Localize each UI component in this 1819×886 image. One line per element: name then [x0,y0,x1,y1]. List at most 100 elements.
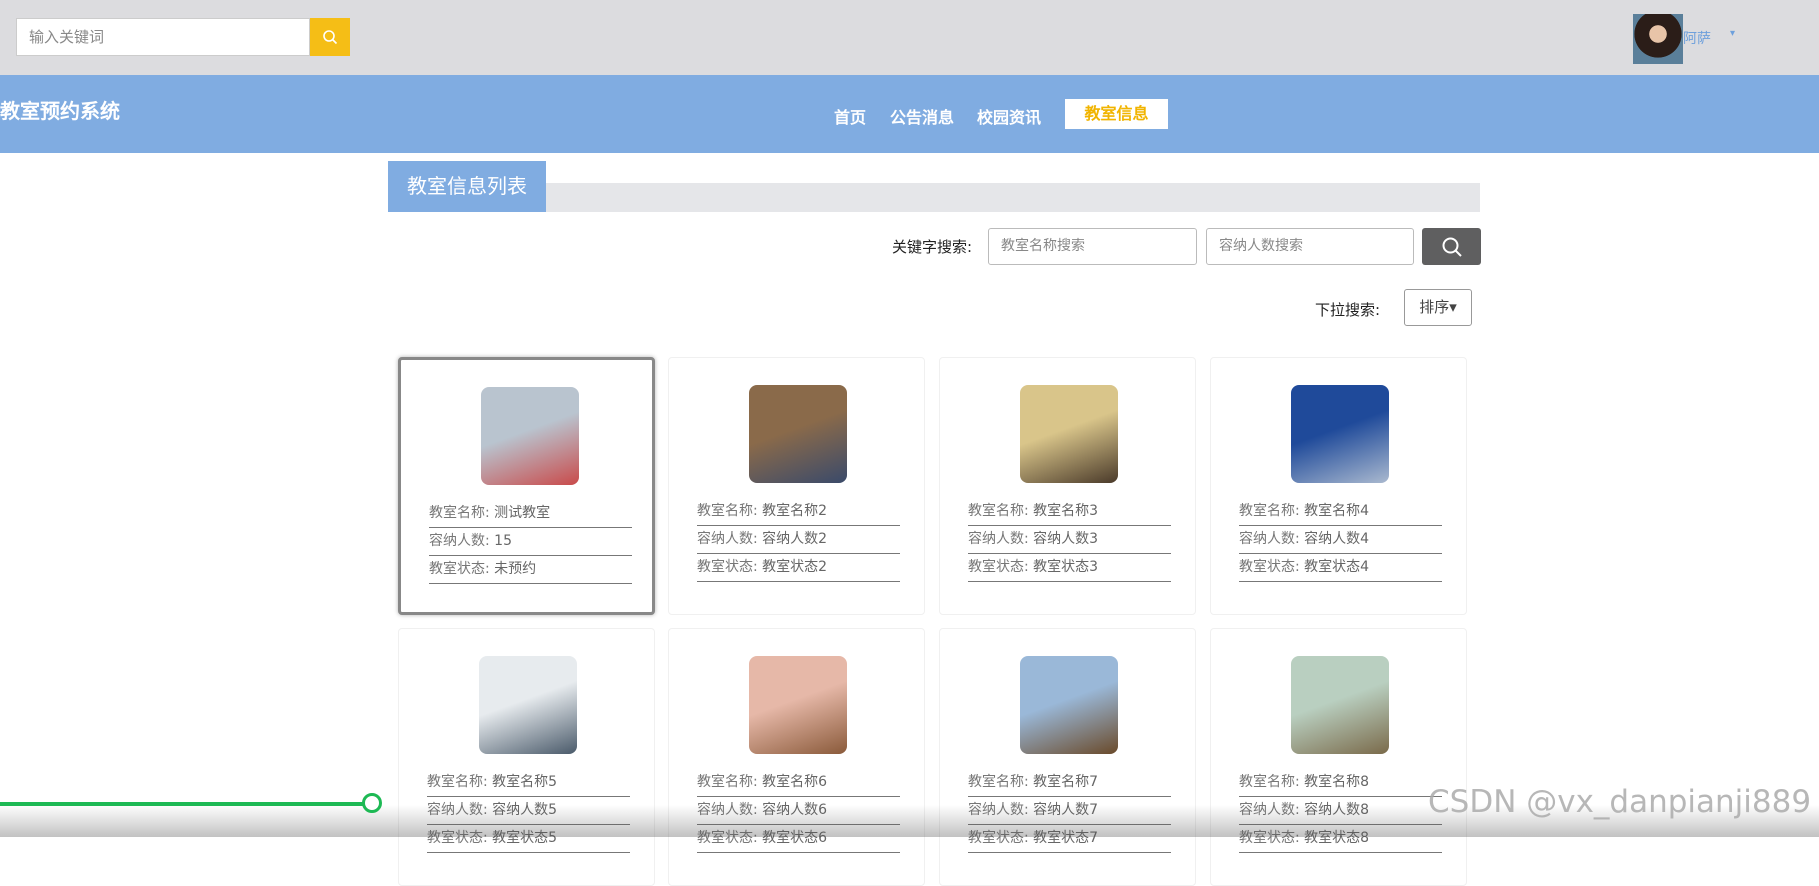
classroom-card[interactable]: 教室名称: 教室名称7 容纳人数: 容纳人数7 教室状态: 教室状态7 [939,628,1196,886]
field-value: 教室状态4 [1304,559,1370,575]
field-label: 容纳人数: [429,533,490,549]
list-title: 教室信息列表 [388,161,546,212]
field-label: 教室名称: [697,774,758,790]
classroom-capacity-field: 容纳人数: 容纳人数5 [427,797,630,825]
classroom-status-field: 教室状态: 教室状态3 [968,554,1171,582]
classroom-card[interactable]: 教室名称: 教室名称6 容纳人数: 容纳人数6 教室状态: 教室状态6 [668,628,925,886]
classroom-status-field: 教室状态: 教室状态8 [1239,825,1442,853]
field-value: 教室状态5 [492,830,558,846]
nav-item-notices[interactable]: 公告消息 [890,104,954,128]
title-rule [546,183,1480,212]
classroom-capacity-field: 容纳人数: 容纳人数4 [1239,526,1442,554]
classroom-name-field: 教室名称: 教室名称8 [1239,769,1442,797]
classroom-name-field: 教室名称: 教室名称6 [697,769,900,797]
classroom-capacity-field: 容纳人数: 容纳人数7 [968,797,1171,825]
classroom-card[interactable]: 教室名称: 教室名称2 容纳人数: 容纳人数2 教室状态: 教室状态2 [668,357,925,615]
field-label: 容纳人数: [968,531,1029,547]
classroom-status-field: 教室状态: 教室状态5 [427,825,630,853]
dropdown-search-label: 下拉搜索: [1315,301,1381,319]
field-label: 教室名称: [1239,774,1300,790]
keyword-search-label: 关键字搜索: [892,238,973,256]
classroom-image[interactable] [479,656,577,754]
field-label: 容纳人数: [697,802,758,818]
avatar[interactable] [1633,14,1683,64]
classroom-image[interactable] [1291,656,1389,754]
classroom-card[interactable]: 教室名称: 教室名称4 容纳人数: 容纳人数4 教室状态: 教室状态4 [1210,357,1467,615]
capacity-search-input[interactable]: 容纳人数搜索 [1206,228,1414,265]
field-label: 教室状态: [429,561,490,577]
global-search-button[interactable] [310,18,350,56]
field-label: 教室名称: [697,503,758,519]
field-label: 教室状态: [427,830,488,846]
classroom-status-field: 教室状态: 教室状态4 [1239,554,1442,582]
nav-item-news[interactable]: 校园资讯 [977,104,1041,128]
field-value: 教室名称7 [1033,774,1099,790]
field-value: 教室状态8 [1304,830,1370,846]
classroom-image[interactable] [481,387,579,485]
search-button[interactable] [1422,228,1481,265]
classroom-name-field: 教室名称: 教室名称4 [1239,498,1442,526]
field-value: 容纳人数6 [762,802,828,818]
classroom-capacity-field: 容纳人数: 容纳人数6 [697,797,900,825]
classroom-name-field: 教室名称: 教室名称2 [697,498,900,526]
nav-item-home[interactable]: 首页 [834,104,866,128]
classroom-card[interactable]: 教室名称: 测试教室 容纳人数: 15 教室状态: 未预约 [398,357,655,615]
chevron-down-icon[interactable]: ▾ [1730,28,1735,39]
classroom-card[interactable]: 教室名称: 教室名称5 容纳人数: 容纳人数5 教室状态: 教室状态5 [398,628,655,886]
field-value: 容纳人数5 [492,802,558,818]
classroom-capacity-field: 容纳人数: 容纳人数8 [1239,797,1442,825]
field-value: 容纳人数7 [1033,802,1099,818]
classroom-status-field: 教室状态: 教室状态2 [697,554,900,582]
sort-dropdown[interactable]: 排序▾ [1404,289,1472,326]
search-icon [1442,237,1462,257]
field-value: 容纳人数3 [1033,531,1099,547]
classroom-status-field: 教室状态: 未预约 [429,556,632,584]
classroom-card[interactable]: 教室名称: 教室名称3 容纳人数: 容纳人数3 教室状态: 教室状态3 [939,357,1196,615]
field-value: 教室状态2 [762,559,828,575]
field-value: 教室名称8 [1304,774,1370,790]
field-label: 教室名称: [1239,503,1300,519]
field-value: 教室名称3 [1033,503,1099,519]
field-value: 容纳人数4 [1304,531,1370,547]
field-label: 教室名称: [968,503,1029,519]
search-icon [323,30,338,45]
field-label: 教室名称: [429,505,490,521]
classroom-capacity-field: 容纳人数: 容纳人数3 [968,526,1171,554]
nav-item-classroom-info[interactable]: 教室信息 [1065,99,1168,129]
classroom-image[interactable] [1020,385,1118,483]
field-label: 容纳人数: [427,802,488,818]
classroom-name-field: 教室名称: 教室名称3 [968,498,1171,526]
classroom-name-field: 教室名称: 教室名称7 [968,769,1171,797]
classroom-image[interactable] [749,656,847,754]
classroom-name-field: 教室名称: 测试教室 [429,500,632,528]
field-label: 教室状态: [1239,830,1300,846]
username[interactable]: 阿萨 [1683,28,1711,48]
field-value: 教室状态6 [762,830,828,846]
classroom-image[interactable] [1291,385,1389,483]
classroom-capacity-field: 容纳人数: 15 [429,528,632,556]
nav-bar: 教室预约系统 首页 公告消息 校园资讯 教室信息 [0,75,1819,153]
field-label: 容纳人数: [968,802,1029,818]
field-label: 教室名称: [968,774,1029,790]
classroom-card[interactable]: 教室名称: 教室名称8 容纳人数: 容纳人数8 教室状态: 教室状态8 [1210,628,1467,886]
field-label: 容纳人数: [697,531,758,547]
classroom-image[interactable] [749,385,847,483]
top-bar: 输入关键词 阿萨 ▾ [0,0,1819,75]
global-search-input[interactable]: 输入关键词 [16,18,310,56]
classroom-name-field: 教室名称: 教室名称5 [427,769,630,797]
video-progress-bar[interactable] [0,802,372,806]
field-value: 容纳人数2 [762,531,828,547]
field-value: 教室名称5 [492,774,558,790]
classroom-name-search-input[interactable]: 教室名称搜索 [988,228,1197,265]
classroom-capacity-field: 容纳人数: 容纳人数2 [697,526,900,554]
field-label: 容纳人数: [1239,531,1300,547]
field-value: 未预约 [494,561,537,577]
field-label: 教室状态: [697,830,758,846]
field-label: 教室状态: [1239,559,1300,575]
field-value: 容纳人数8 [1304,802,1370,818]
field-value: 教室名称4 [1304,503,1370,519]
field-value: 教室名称6 [762,774,828,790]
field-value: 15 [494,533,512,549]
classroom-image[interactable] [1020,656,1118,754]
video-progress-handle[interactable] [362,793,382,813]
